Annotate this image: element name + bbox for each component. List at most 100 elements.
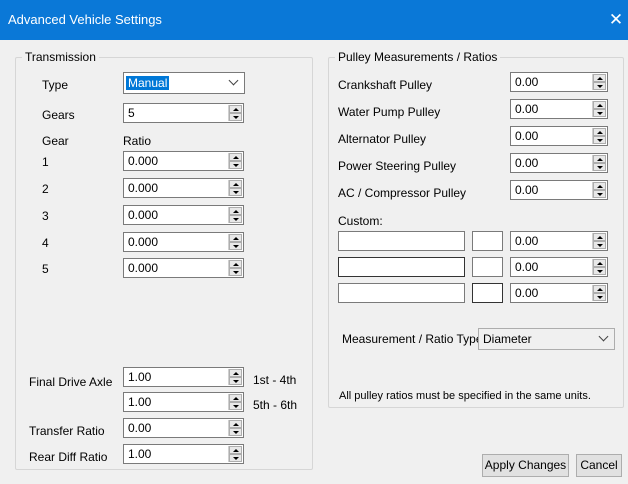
spin-down-icon[interactable] xyxy=(593,163,606,171)
pulley-value-stepper[interactable]: 0.00 xyxy=(510,99,608,119)
measurement-type-dropdown[interactable]: Diameter xyxy=(478,328,615,350)
spin-down-icon[interactable] xyxy=(229,268,242,276)
spin-buttons xyxy=(592,182,606,198)
custom-code-input[interactable] xyxy=(472,231,503,251)
spin-down-icon[interactable] xyxy=(229,428,242,436)
spin-up-icon[interactable] xyxy=(593,285,606,293)
spin-down-icon[interactable] xyxy=(229,113,242,121)
spin-down-icon[interactable] xyxy=(229,377,242,385)
spin-down-icon[interactable] xyxy=(593,109,606,117)
measurement-type-value: Diameter xyxy=(483,332,532,346)
gear-ratio-stepper[interactable]: 0.000 xyxy=(123,232,244,252)
spin-up-icon[interactable] xyxy=(229,446,242,454)
spin-up-icon[interactable] xyxy=(593,128,606,136)
close-icon[interactable]: ✕ xyxy=(604,6,628,34)
custom-code-input[interactable] xyxy=(472,283,503,303)
gears-label: Gears xyxy=(42,108,75,122)
spin-buttons xyxy=(592,285,606,301)
spin-buttons xyxy=(592,259,606,275)
pulley-value-stepper[interactable]: 0.00 xyxy=(510,126,608,146)
pulley-value: 0.00 xyxy=(515,102,539,116)
gear-ratio-value: 0.000 xyxy=(128,235,159,249)
spin-down-icon[interactable] xyxy=(229,242,242,250)
spin-buttons xyxy=(228,446,242,462)
spin-up-icon[interactable] xyxy=(229,420,242,428)
transfer-ratio-label: Transfer Ratio xyxy=(29,424,105,438)
spin-up-icon[interactable] xyxy=(229,394,242,402)
pulley-value-stepper[interactable]: 0.00 xyxy=(510,180,608,200)
final-drive-label: Final Drive Axle xyxy=(29,375,113,389)
spin-down-icon[interactable] xyxy=(593,190,606,198)
custom-code-input[interactable] xyxy=(472,257,503,277)
gear-ratio-stepper[interactable]: 0.000 xyxy=(123,205,244,225)
pulley-value-stepper[interactable]: 0.00 xyxy=(510,153,608,173)
gear-label: 1 xyxy=(42,155,49,169)
custom-name-input[interactable] xyxy=(338,257,465,277)
gear-ratio-stepper[interactable]: 0.000 xyxy=(123,178,244,198)
custom-value-stepper[interactable]: 0.00 xyxy=(510,231,608,251)
spin-up-icon[interactable] xyxy=(229,153,242,161)
spin-buttons xyxy=(592,233,606,249)
spin-down-icon[interactable] xyxy=(229,454,242,462)
spin-up-icon[interactable] xyxy=(593,74,606,82)
gear-label: 5 xyxy=(42,262,49,276)
transfer-ratio-stepper[interactable]: 0.00 xyxy=(123,418,244,438)
custom-name-input[interactable] xyxy=(338,283,465,303)
spin-down-icon[interactable] xyxy=(229,215,242,223)
spin-buttons xyxy=(592,101,606,117)
final-drive-value: 1.00 xyxy=(128,370,152,384)
gear-ratio-value: 0.000 xyxy=(128,208,159,222)
type-value: Manual xyxy=(126,76,170,90)
chevron-down-icon xyxy=(598,331,609,342)
cancel-button[interactable]: Cancel xyxy=(576,454,622,477)
spin-up-icon[interactable] xyxy=(229,207,242,215)
spin-buttons xyxy=(228,394,242,410)
final-drive-range-note: 1st - 4th xyxy=(253,373,297,387)
gears-stepper[interactable]: 5 xyxy=(123,103,244,123)
spin-down-icon[interactable] xyxy=(593,267,606,275)
spin-down-icon[interactable] xyxy=(593,82,606,90)
spin-up-icon[interactable] xyxy=(229,180,242,188)
rear-diff-ratio-stepper[interactable]: 1.00 xyxy=(123,444,244,464)
gear-ratio-stepper[interactable]: 0.000 xyxy=(123,151,244,171)
rear-diff-ratio-value: 1.00 xyxy=(128,447,152,461)
spin-up-icon[interactable] xyxy=(593,155,606,163)
final-drive-stepper[interactable]: 1.00 xyxy=(123,367,244,387)
spin-up-icon[interactable] xyxy=(593,101,606,109)
title-bar: Advanced Vehicle Settings ✕ xyxy=(0,0,628,40)
apply-changes-button[interactable]: Apply Changes xyxy=(482,454,569,477)
gears-value: 5 xyxy=(128,106,135,120)
pulley-value: 0.00 xyxy=(515,75,539,89)
custom-name-input[interactable] xyxy=(338,231,465,251)
spin-up-icon[interactable] xyxy=(593,259,606,267)
spin-buttons xyxy=(228,153,242,169)
gear-label: 2 xyxy=(42,182,49,196)
spin-down-icon[interactable] xyxy=(229,402,242,410)
measurement-type-label: Measurement / Ratio Type xyxy=(342,332,483,346)
spin-up-icon[interactable] xyxy=(229,105,242,113)
gear-ratio-stepper[interactable]: 0.000 xyxy=(123,258,244,278)
final-drive-value: 1.00 xyxy=(128,395,152,409)
spin-down-icon[interactable] xyxy=(229,188,242,196)
custom-value: 0.00 xyxy=(515,260,539,274)
type-label: Type xyxy=(42,78,69,92)
spin-down-icon[interactable] xyxy=(593,136,606,144)
spin-down-icon[interactable] xyxy=(593,293,606,301)
spin-up-icon[interactable] xyxy=(593,233,606,241)
pulley-label: Power Steering Pulley xyxy=(338,159,457,173)
spin-down-icon[interactable] xyxy=(593,241,606,249)
transfer-ratio-value: 0.00 xyxy=(128,421,152,435)
rear-diff-ratio-label: Rear Diff Ratio xyxy=(29,450,108,464)
pulley-label: Alternator Pulley xyxy=(338,132,427,146)
spin-down-icon[interactable] xyxy=(229,161,242,169)
spin-up-icon[interactable] xyxy=(229,234,242,242)
chevron-down-icon xyxy=(228,75,239,86)
type-dropdown[interactable]: Manual xyxy=(123,72,245,94)
spin-up-icon[interactable] xyxy=(229,369,242,377)
pulley-value-stepper[interactable]: 0.00 xyxy=(510,72,608,92)
spin-up-icon[interactable] xyxy=(593,182,606,190)
spin-up-icon[interactable] xyxy=(229,260,242,268)
custom-value-stepper[interactable]: 0.00 xyxy=(510,283,608,303)
final-drive-stepper[interactable]: 1.00 xyxy=(123,392,244,412)
custom-value-stepper[interactable]: 0.00 xyxy=(510,257,608,277)
